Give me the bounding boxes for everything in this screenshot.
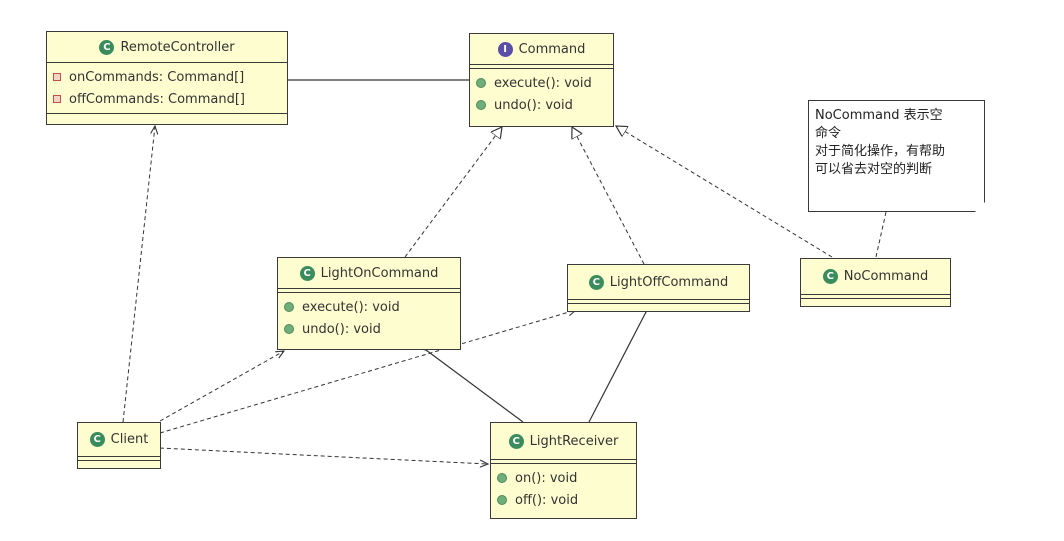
public-method-icon: [284, 302, 294, 312]
interface-icon: I: [497, 41, 513, 57]
class-name: Command: [518, 41, 586, 57]
field-text: onCommands: Command[]: [69, 69, 245, 85]
fields-compartment: [78, 457, 160, 461]
method-text: undo(): void: [302, 321, 381, 337]
link-client-remotecontroller: [122, 126, 155, 423]
method-row: on(): void: [497, 467, 636, 489]
class-remotecontroller[interactable]: C RemoteController onCommands: Command[]…: [46, 31, 288, 125]
class-icon: C: [822, 269, 838, 284]
link-lightoncommand-lightreceiver: [426, 350, 524, 423]
class-header: C LightReceiver: [491, 423, 636, 460]
private-field-icon: [53, 95, 61, 103]
link-client-lightreceiver: [159, 447, 488, 464]
class-header: C NoCommand: [801, 259, 950, 295]
public-method-icon: [284, 324, 294, 334]
link-lightoffcommand-lightreceiver: [588, 312, 646, 423]
class-name: LightReceiver: [529, 433, 619, 449]
field-text: offCommands: Command[]: [69, 91, 245, 107]
class-header: I Command: [470, 34, 613, 65]
class-name: LightOnCommand: [320, 265, 439, 281]
note-line: NoCommand 表示空: [815, 108, 943, 123]
class-nocommand[interactable]: C NoCommand: [800, 258, 951, 307]
link-nocommand-command: [616, 126, 833, 258]
class-icon: C: [508, 433, 524, 449]
method-text: undo(): void: [494, 97, 573, 113]
class-name: LightOffCommand: [609, 274, 729, 290]
private-field-icon: [53, 73, 61, 81]
class-header: C RemoteController: [47, 32, 287, 63]
public-method-icon: [497, 473, 507, 483]
method-row: off(): void: [497, 489, 636, 511]
method-row: undo(): void: [476, 94, 613, 116]
class-name: NoCommand: [843, 269, 929, 284]
class-icon: C: [299, 265, 315, 281]
class-header: C LightOnCommand: [278, 258, 460, 289]
public-method-icon: [497, 495, 507, 505]
link-client-lightoncommand: [159, 351, 284, 422]
method-text: on(): void: [515, 470, 578, 486]
note-nocommand[interactable]: NoCommand 表示空 命令 对于简化操作，有帮助 可以省去对空的判断: [808, 100, 985, 212]
field-row: offCommands: Command[]: [53, 88, 287, 110]
class-icon: C: [588, 274, 604, 290]
method-text: execute(): void: [494, 75, 592, 91]
fields-compartment: [568, 300, 749, 304]
class-client[interactable]: C Client: [77, 422, 161, 469]
link-lightoffcommand-command: [572, 127, 645, 265]
methods-compartment: [47, 113, 287, 117]
note-line: 对于简化操作，有帮助: [815, 144, 946, 159]
class-name: Client: [110, 432, 149, 447]
note-line: 可以省去对空的判断: [815, 162, 933, 177]
interface-command[interactable]: I Command execute(): void undo(): void: [469, 33, 614, 127]
class-name: RemoteController: [120, 39, 235, 55]
class-header: C Client: [78, 423, 160, 457]
link-note-nocommand: [875, 211, 887, 258]
public-method-icon: [476, 78, 486, 88]
method-row: execute(): void: [476, 72, 613, 94]
fields-compartment: [801, 295, 950, 299]
note-line: 命令: [815, 126, 842, 141]
public-method-icon: [476, 100, 486, 110]
class-icon: C: [99, 39, 115, 55]
class-lightoffcommand[interactable]: C LightOffCommand: [567, 264, 750, 312]
method-text: execute(): void: [302, 299, 400, 315]
class-lightoncommand[interactable]: C LightOnCommand execute(): void undo():…: [277, 257, 461, 350]
class-icon: C: [89, 432, 105, 447]
field-row: onCommands: Command[]: [53, 66, 287, 88]
link-lightoncommand-command: [404, 127, 502, 258]
method-row: execute(): void: [284, 296, 460, 318]
class-header: C LightOffCommand: [568, 265, 749, 300]
class-lightreceiver[interactable]: C LightReceiver on(): void off(): void: [490, 422, 637, 519]
method-text: off(): void: [515, 492, 579, 508]
method-row: undo(): void: [284, 318, 460, 340]
